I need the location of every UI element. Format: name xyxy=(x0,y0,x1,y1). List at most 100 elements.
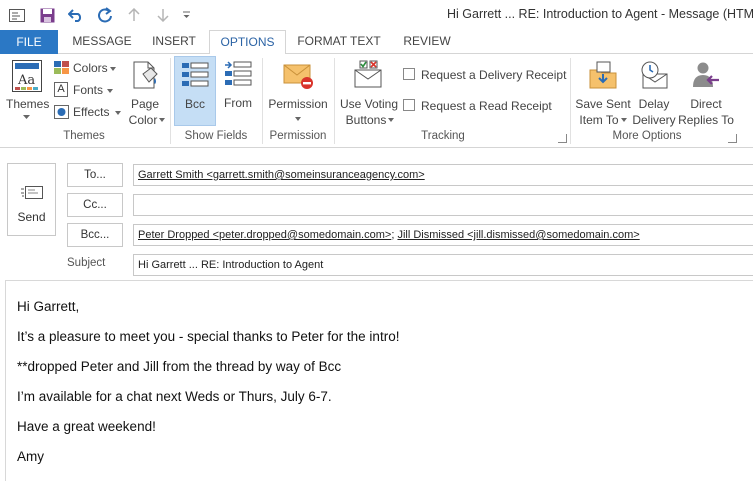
save-icon[interactable] xyxy=(38,6,56,24)
group-divider xyxy=(570,58,571,144)
body-divider xyxy=(5,280,753,281)
subject-label: Subject xyxy=(67,257,106,269)
themes-label: Themes xyxy=(6,97,50,111)
page-color-label-2: Color xyxy=(128,113,158,127)
request-delivery-receipt-checkbox[interactable]: Request a Delivery Receipt xyxy=(403,67,566,83)
from-toggle-button[interactable]: From xyxy=(219,56,257,126)
from-toggle-label: From xyxy=(224,96,252,110)
body-paragraph[interactable]: Have a great weekend! xyxy=(17,419,156,434)
tracking-group-label: Tracking xyxy=(421,130,465,142)
to-button[interactable]: To... xyxy=(67,163,123,187)
save-sent-item-to-button[interactable]: Save Sent Item To xyxy=(574,56,632,128)
redo-icon[interactable] xyxy=(95,6,115,24)
voting-label-2: Buttons xyxy=(345,113,387,127)
fonts-icon: A xyxy=(54,82,68,97)
show-fields-group-label: Show Fields xyxy=(184,130,248,142)
bcc-field[interactable]: Peter Dropped <peter.dropped@somedomain.… xyxy=(133,224,753,246)
permission-envelope-icon xyxy=(283,64,313,89)
themes-button[interactable]: Aa Themes xyxy=(6,56,50,124)
window-title: Hi Garrett ... RE: Introduction to Agent… xyxy=(447,7,753,21)
direct-replies-label-1: Direct xyxy=(690,97,722,111)
ribbon: Aa Themes Colors A Fonts Effects Page Co… xyxy=(0,54,753,148)
ribbon-tabs: FILE MESSAGE INSERT OPTIONS FORMAT TEXT … xyxy=(0,30,753,55)
use-voting-buttons-button[interactable]: Use Voting Buttons xyxy=(338,56,400,128)
bcc-field-icon xyxy=(182,62,209,87)
from-field-icon xyxy=(225,61,252,86)
request-read-receipt-checkbox[interactable]: Request a Read Receipt xyxy=(403,98,563,114)
checkbox-box[interactable] xyxy=(403,68,415,80)
effects-button[interactable]: Effects xyxy=(54,104,126,122)
page-color-icon xyxy=(133,61,158,89)
colors-button[interactable]: Colors xyxy=(54,60,120,78)
chevron-down-icon xyxy=(621,118,627,122)
bcc-toggle-label: Bcc xyxy=(184,97,205,111)
svg-text:Aa: Aa xyxy=(17,73,35,88)
checkbox-box[interactable] xyxy=(403,99,415,111)
chevron-down-icon xyxy=(107,89,113,93)
tab-insert[interactable]: INSERT xyxy=(146,30,202,54)
undo-icon[interactable] xyxy=(66,6,86,24)
next-item-icon[interactable] xyxy=(155,6,171,24)
send-button[interactable]: Send xyxy=(7,163,56,236)
send-label: Send xyxy=(17,210,46,224)
more-options-dialog-launcher-icon[interactable] xyxy=(728,134,737,143)
tab-file[interactable]: FILE xyxy=(0,30,58,54)
delay-delivery-button[interactable]: Delay Delivery xyxy=(631,56,677,128)
colors-label: Colors xyxy=(73,61,108,75)
page-color-label-1: Page xyxy=(130,97,160,111)
chevron-down-icon xyxy=(110,67,116,71)
save-sent-folder-icon xyxy=(589,61,617,89)
bcc-recipient[interactable]: Peter Dropped <peter.dropped@somedomain.… xyxy=(138,229,391,241)
colors-icon xyxy=(54,61,69,74)
permission-group-label: Permission xyxy=(269,130,327,142)
bcc-recipient[interactable]: Jill Dismissed <jill.dismissed@somedomai… xyxy=(397,229,639,241)
body-paragraph[interactable]: It’s a pleasure to meet you - special th… xyxy=(17,329,399,344)
title-bar: Hi Garrett ... RE: Introduction to Agent… xyxy=(0,0,753,30)
more-options-group-label: More Options xyxy=(612,130,682,142)
cc-field[interactable] xyxy=(133,194,753,216)
read-receipt-label: Request a Read Receipt xyxy=(421,99,552,113)
themes-group-label: Themes xyxy=(63,130,105,142)
tab-review[interactable]: REVIEW xyxy=(396,30,458,54)
page-color-button[interactable]: Page Color xyxy=(124,56,166,128)
delay-delivery-label-1: Delay xyxy=(638,97,670,111)
body-paragraph[interactable]: Hi Garrett, xyxy=(17,299,79,314)
subject-field[interactable]: Hi Garrett ... RE: Introduction to Agent xyxy=(133,254,753,276)
tab-format-text[interactable]: FORMAT TEXT xyxy=(292,30,386,54)
direct-replies-to-button[interactable]: Direct Replies To xyxy=(678,56,734,128)
to-recipient[interactable]: Garrett Smith <garrett.smith@someinsuran… xyxy=(138,169,425,181)
group-divider xyxy=(170,58,171,144)
to-field[interactable]: Garrett Smith <garrett.smith@someinsuran… xyxy=(133,164,753,186)
body-left-border xyxy=(5,281,6,481)
delay-delivery-clock-icon xyxy=(641,61,668,89)
body-signature[interactable]: Amy xyxy=(17,449,44,464)
tracking-dialog-launcher-icon[interactable] xyxy=(558,134,567,143)
tab-message[interactable]: MESSAGE xyxy=(66,30,138,54)
bcc-toggle-button[interactable]: Bcc xyxy=(174,56,216,126)
customize-qat-icon[interactable] xyxy=(179,6,193,24)
body-paragraph[interactable]: I’m available for a chat next Weds or Th… xyxy=(17,389,332,404)
chevron-down-icon xyxy=(159,118,165,122)
cc-button[interactable]: Cc... xyxy=(67,193,123,217)
body-paragraph[interactable]: **dropped Peter and Jill from the thread… xyxy=(17,359,341,374)
fonts-label: Fonts xyxy=(73,83,104,97)
voting-icon xyxy=(354,60,382,88)
chevron-down-icon xyxy=(295,117,301,121)
bcc-button[interactable]: Bcc... xyxy=(67,223,123,247)
tab-options[interactable]: OPTIONS xyxy=(209,30,286,55)
previous-item-icon[interactable] xyxy=(126,6,142,24)
chevron-down-icon xyxy=(388,118,394,122)
direct-replies-person-icon xyxy=(693,62,719,87)
chevron-down-icon xyxy=(115,111,121,115)
voting-label-1: Use Voting xyxy=(339,97,399,111)
fonts-button[interactable]: A Fonts xyxy=(54,82,120,100)
subject-value[interactable]: Hi Garrett ... RE: Introduction to Agent xyxy=(138,259,323,271)
group-divider xyxy=(334,58,335,144)
effects-icon xyxy=(54,105,69,119)
save-sent-label-1: Save Sent xyxy=(575,97,631,111)
delay-delivery-label-2: Delivery xyxy=(632,113,676,127)
permission-button[interactable]: Permission xyxy=(266,56,330,128)
effects-label: Effects xyxy=(73,105,110,119)
group-divider xyxy=(262,58,263,144)
message-window-icon xyxy=(8,6,26,24)
